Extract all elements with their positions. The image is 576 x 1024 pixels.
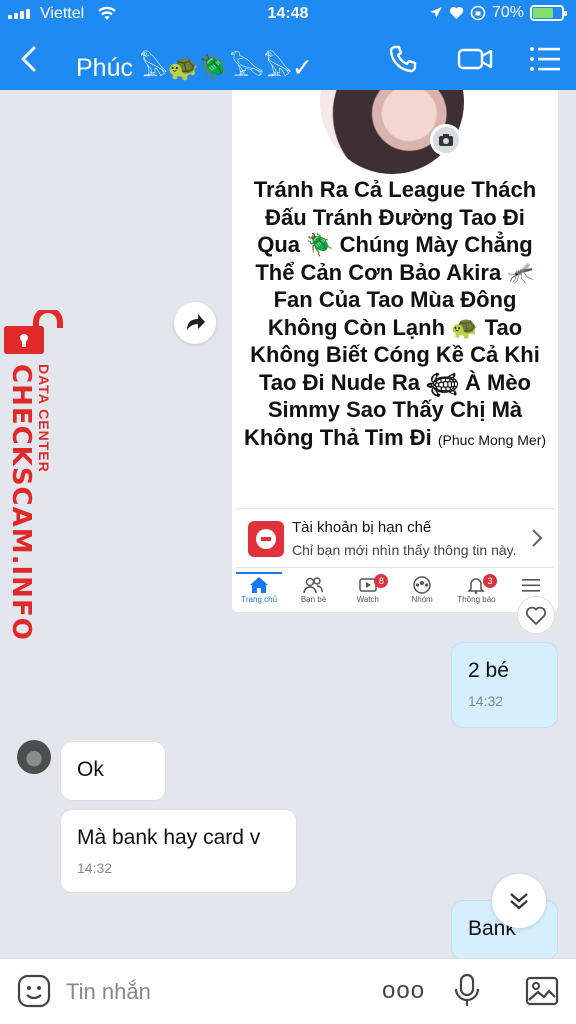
lock-icon bbox=[4, 310, 63, 354]
sticker-icon[interactable] bbox=[16, 973, 52, 1009]
message-input[interactable]: Tin nhắn bbox=[66, 979, 151, 1005]
location-icon bbox=[429, 7, 442, 18]
restricted-notice[interactable]: Tài khoản bị hạn chế Chỉ bạn mới nhìn th… bbox=[236, 508, 554, 568]
microphone-icon[interactable] bbox=[452, 973, 482, 1009]
scroll-down-button[interactable] bbox=[492, 874, 546, 928]
fb-tab-bar: Trang chủ Bạn bè 8 Watch Nhóm 3 Thông bá… bbox=[232, 572, 558, 612]
restricted-title: Tài khoản bị hạn chế bbox=[292, 519, 432, 536]
watermark-sub: DATA CENTER bbox=[36, 364, 52, 473]
phone-icon[interactable] bbox=[386, 42, 420, 76]
restricted-desc: Chỉ bạn mới nhìn thấy thông tin này. bbox=[292, 542, 517, 558]
restricted-icon bbox=[248, 521, 284, 557]
camera-icon bbox=[430, 124, 462, 156]
fb-tab-groups: Nhóm bbox=[395, 572, 449, 612]
battery-percent: 70% bbox=[491, 4, 524, 21]
avatar[interactable] bbox=[17, 740, 51, 774]
message-composer: Tin nhắn ooo bbox=[0, 958, 576, 1024]
fb-tab-notifications: 3 Thông báo bbox=[449, 572, 503, 612]
post-text: Tránh Ra Cả League Thách Đấu Tránh Đường… bbox=[242, 176, 548, 454]
message-outgoing[interactable]: 2 bé 14:32 bbox=[451, 642, 558, 728]
message-incoming[interactable]: Mà bank hay card v 14:32 bbox=[60, 809, 297, 893]
notification-badge: 3 bbox=[482, 574, 497, 588]
fb-tab-friends: Bạn bè bbox=[286, 572, 340, 612]
message-time: 14:32 bbox=[468, 693, 504, 709]
rotation-lock-icon bbox=[470, 5, 486, 21]
fb-tab-watch: 8 Watch bbox=[341, 572, 395, 612]
message-text: Ok bbox=[77, 758, 104, 781]
status-bar: Viettel 14:48 70% bbox=[0, 0, 576, 30]
more-options-button[interactable]: ooo bbox=[382, 977, 425, 1005]
watermark-main: CHECKSCAM.INFO bbox=[6, 364, 36, 641]
friends-icon bbox=[303, 577, 324, 594]
menu-list-icon[interactable] bbox=[528, 44, 562, 74]
chat-title[interactable]: Phúc 𓅃🐢🪲𓅂𓅃✓ bbox=[76, 44, 313, 85]
post-author: (Phuc Mong Mer) bbox=[437, 431, 547, 448]
chat-header: Phúc 𓅃🐢🪲𓅂𓅃✓ bbox=[0, 30, 576, 90]
watch-badge: 8 bbox=[374, 574, 389, 588]
message-incoming[interactable]: Ok bbox=[60, 741, 166, 801]
battery-icon bbox=[530, 5, 567, 21]
chevron-right-icon bbox=[532, 529, 543, 547]
groups-icon bbox=[413, 576, 431, 594]
hamburger-icon bbox=[521, 579, 540, 592]
double-chevron-down-icon bbox=[510, 893, 528, 910]
fb-tab-label: Nhóm bbox=[411, 595, 433, 604]
video-call-icon[interactable] bbox=[456, 42, 494, 76]
fb-tab-label: Thông báo bbox=[457, 595, 496, 604]
share-button[interactable] bbox=[174, 302, 216, 344]
react-heart-button[interactable] bbox=[517, 596, 555, 634]
fb-tab-label: Trang chủ bbox=[241, 595, 278, 604]
fb-tab-label: Watch bbox=[356, 595, 379, 604]
forward-arrow-icon bbox=[187, 314, 205, 330]
back-arrow-icon[interactable] bbox=[14, 44, 44, 74]
message-text: 2 bé bbox=[468, 659, 509, 682]
image-gallery-icon[interactable] bbox=[524, 973, 560, 1009]
shared-post-image[interactable]: Tránh Ra Cả League Thách Đấu Tránh Đường… bbox=[232, 90, 558, 612]
home-icon bbox=[250, 577, 269, 593]
message-text: Mà bank hay card v bbox=[77, 826, 261, 849]
post-body: Tránh Ra Cả League Thách Đấu Tránh Đường… bbox=[243, 177, 540, 450]
heart-status-icon bbox=[449, 7, 464, 20]
fb-tab-home: Trang chủ bbox=[232, 572, 286, 612]
top-bar: Viettel 14:48 70% Phúc 𓅃🐢🪲𓅂𓅃✓ bbox=[0, 0, 576, 90]
status-right: 70% bbox=[429, 4, 567, 22]
fb-tab-label: Bạn bè bbox=[300, 595, 327, 604]
message-time: 14:32 bbox=[77, 860, 113, 876]
heart-outline-icon bbox=[525, 606, 547, 625]
